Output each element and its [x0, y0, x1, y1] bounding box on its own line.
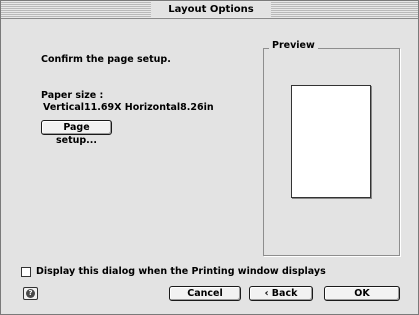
instruction-text: Confirm the page setup.	[41, 54, 171, 65]
ok-button[interactable]: OK	[324, 286, 400, 301]
help-button[interactable]: ?	[23, 287, 38, 300]
help-icon: ?	[26, 289, 35, 298]
paper-size-value: Vertical11.69X Horizontal8.26in	[43, 102, 214, 113]
title-bar[interactable]: Layout Options	[1, 1, 418, 19]
preview-label: Preview	[269, 40, 318, 52]
show-dialog-label[interactable]: Display this dialog when the Printing wi…	[36, 266, 326, 277]
layout-options-dialog: Layout Options Confirm the page setup. P…	[0, 0, 419, 315]
paper-preview	[291, 85, 371, 198]
window-title: Layout Options	[151, 2, 271, 17]
back-button[interactable]: ‹ Back	[249, 286, 313, 301]
cancel-button[interactable]: Cancel	[169, 286, 241, 301]
page-setup-button[interactable]: Page setup...	[41, 120, 112, 146]
show-dialog-checkbox[interactable]	[21, 267, 31, 277]
paper-size-label: Paper size :	[41, 90, 104, 101]
